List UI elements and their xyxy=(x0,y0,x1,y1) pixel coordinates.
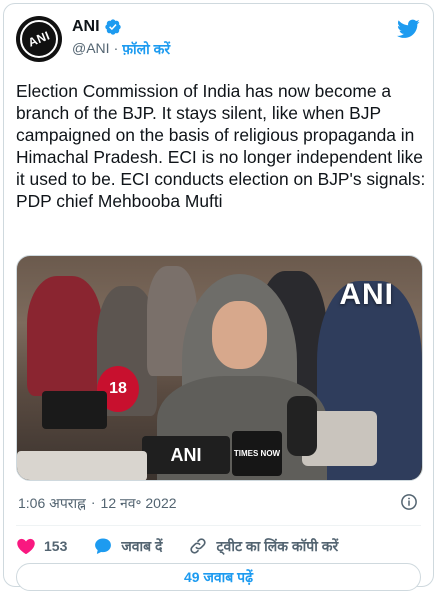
reply-button[interactable]: जवाब दें xyxy=(93,536,162,556)
author-name-line: ANI xyxy=(72,18,122,36)
read-replies-button[interactable]: 49 जवाब पढ़ें xyxy=(16,563,421,591)
tweet-media-image[interactable]: ANI 18 ANI TIMES NOW xyxy=(16,255,423,481)
tweet-text: Election Commission of India has now bec… xyxy=(16,81,426,211)
bg-person xyxy=(27,276,102,396)
avatar[interactable]: ANI xyxy=(16,16,62,62)
author-display-name[interactable]: ANI xyxy=(72,18,100,36)
tweet-date: 12 नव॰ 2022 xyxy=(100,495,177,511)
reply-label: जवाब दें xyxy=(121,537,163,554)
mic-block xyxy=(42,391,107,429)
reply-bubble-icon xyxy=(95,538,112,554)
author-handle-line: @ANI · फ़ॉलो करें xyxy=(72,40,170,59)
subject-face xyxy=(212,301,267,369)
mic-times-now: TIMES NOW xyxy=(232,431,282,476)
twitter-bird-icon[interactable] xyxy=(397,17,420,40)
follow-button[interactable]: फ़ॉलो करें xyxy=(122,40,170,59)
link-icon xyxy=(190,538,207,554)
avatar-logo-text: ANI xyxy=(26,28,52,50)
mic-ani: ANI xyxy=(142,436,230,474)
like-button[interactable]: 153 xyxy=(16,536,67,556)
tweet-time: 1:06 अपराह्न xyxy=(18,495,86,511)
author-handle[interactable]: @ANI xyxy=(72,40,110,59)
heart-icon xyxy=(17,538,35,555)
mic-block xyxy=(17,451,147,480)
info-icon[interactable] xyxy=(400,493,418,511)
ani-watermark: ANI xyxy=(339,278,394,311)
copy-link-label: ट्वीट का लिंक कॉपी करें xyxy=(216,537,339,554)
handle-separator: · xyxy=(113,40,119,56)
tweet-timestamp[interactable]: 1:06 अपराह्न · 12 नव॰ 2022 xyxy=(18,494,177,513)
copy-link-button[interactable]: ट्वीट का लिंक कॉपी करें xyxy=(188,536,338,556)
mic-block xyxy=(287,396,317,456)
tweet-card: ANI ANI @ANI · फ़ॉलो करें Election Commi… xyxy=(3,3,434,591)
tweet-actions: 153 जवाब दें ट्वीट का लिंक कॉपी करें xyxy=(16,536,364,556)
like-count: 153 xyxy=(44,538,68,554)
divider xyxy=(16,525,421,526)
verified-badge-icon xyxy=(104,19,121,35)
